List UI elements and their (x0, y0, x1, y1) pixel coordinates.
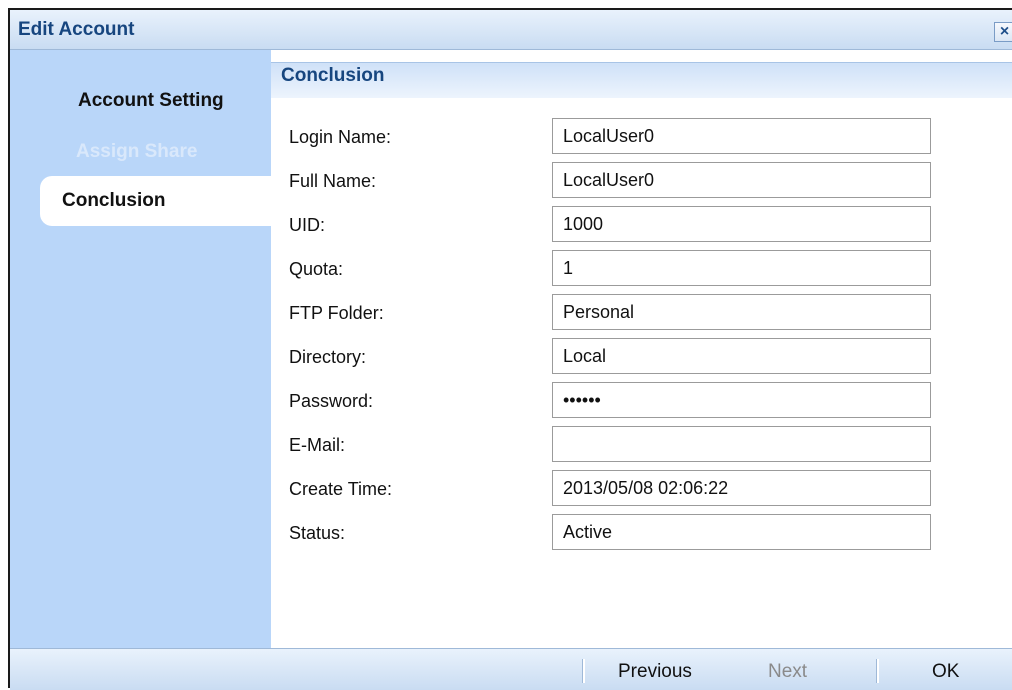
password-label: Password: (289, 391, 374, 411)
row-uid: UID: (271, 206, 1012, 242)
quota-label: Quota: (289, 259, 344, 279)
row-status: Status: (271, 514, 1012, 550)
row-create-time: Create Time: (271, 470, 1012, 506)
step-assign-share: Assign Share (76, 141, 198, 162)
main-panel: Conclusion Login Name: Full Name: UID: Q… (271, 50, 1012, 648)
row-directory: Directory: (271, 338, 1012, 374)
section-title: Conclusion (281, 65, 385, 86)
status-label: Status: (289, 523, 346, 543)
password-field[interactable] (552, 382, 931, 418)
dialog-footer: Previous Next OK (10, 648, 1012, 690)
email-label: E-Mail: (289, 435, 346, 455)
login-name-label: Login Name: (289, 127, 392, 147)
footer-separator (876, 659, 879, 683)
section-header: Conclusion (271, 62, 1012, 98)
create-time-field[interactable] (552, 470, 931, 506)
ftp-folder-label: FTP Folder: (289, 303, 384, 323)
dialog-title: Edit Account (18, 19, 135, 40)
full-name-label: Full Name: (289, 171, 377, 191)
full-name-field[interactable] (552, 162, 931, 198)
wizard-sidebar: Account Setting Assign Share Conclusion (10, 50, 271, 648)
step-conclusion[interactable]: Conclusion (40, 176, 271, 226)
step-account-setting[interactable]: Account Setting (78, 90, 224, 112)
uid-label: UID: (289, 215, 325, 235)
quota-field[interactable] (552, 250, 931, 286)
row-ftp-folder: FTP Folder: (271, 294, 1012, 330)
ok-button[interactable]: OK (932, 661, 959, 683)
login-name-field[interactable] (552, 118, 931, 154)
ftp-folder-field[interactable] (552, 294, 931, 330)
create-time-label: Create Time: (289, 479, 393, 499)
row-email: E-Mail: (271, 426, 1012, 462)
row-quota: Quota: (271, 250, 1012, 286)
previous-button[interactable]: Previous (618, 661, 692, 683)
dialog-titlebar: Edit Account × (10, 10, 1012, 50)
row-login-name: Login Name: (271, 118, 1012, 154)
next-button[interactable]: Next (768, 661, 807, 683)
email-field[interactable] (552, 426, 931, 462)
directory-field[interactable] (552, 338, 931, 374)
footer-separator (582, 659, 585, 683)
uid-field[interactable] (552, 206, 931, 242)
edit-account-dialog: Edit Account × Account Setting Assign Sh… (8, 8, 1012, 690)
status-field[interactable] (552, 514, 931, 550)
step-conclusion-label: Conclusion (62, 190, 166, 211)
row-full-name: Full Name: (271, 162, 1012, 198)
directory-label: Directory: (289, 347, 367, 367)
row-password: Password: (271, 382, 1012, 418)
close-icon[interactable]: × (994, 22, 1012, 42)
